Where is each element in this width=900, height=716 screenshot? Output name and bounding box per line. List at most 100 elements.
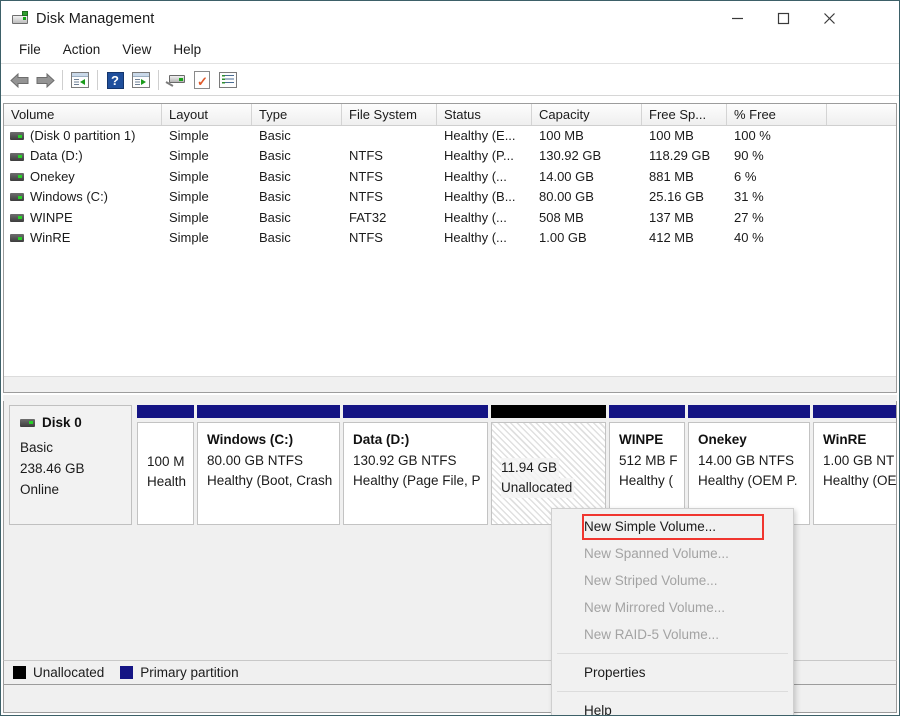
- cell-layout: Simple: [162, 187, 252, 207]
- cell-layout: Simple: [162, 146, 252, 166]
- table-row[interactable]: WinRE Simple Basic NTFS Healthy (... 1.0…: [4, 228, 896, 248]
- cell-type: Basic: [252, 146, 342, 166]
- cell-status: Healthy (P...: [437, 146, 532, 166]
- menu-bar: File Action View Help: [1, 36, 899, 64]
- volume-icon: [10, 153, 24, 161]
- menu-separator: [557, 691, 788, 692]
- cell-file-system: NTFS: [342, 187, 437, 207]
- disk-name: Disk 0: [42, 415, 82, 430]
- column-header-percent-free[interactable]: % Free: [727, 104, 827, 125]
- back-arrow-icon[interactable]: [6, 68, 32, 92]
- cell-layout: Simple: [162, 167, 252, 187]
- column-header-filler[interactable]: [827, 104, 897, 125]
- partition-block-onekey[interactable]: Onekey 14.00 GB NTFS Healthy (OEM P.: [688, 405, 810, 525]
- partition-line1: 130.92 GB NTFS: [353, 451, 487, 471]
- forward-arrow-icon[interactable]: [32, 68, 58, 92]
- menu-item-new-simple-volume[interactable]: New Simple Volume...: [552, 513, 793, 540]
- minimize-button[interactable]: [714, 1, 760, 36]
- partition-block-winre[interactable]: WinRE 1.00 GB NT Healthy (OE: [813, 405, 897, 525]
- cell-free-space: 137 MB: [642, 208, 727, 228]
- cell-capacity: 100 MB: [532, 126, 642, 146]
- table-row[interactable]: WINPE Simple Basic FAT32 Healthy (... 50…: [4, 208, 896, 228]
- context-menu: New Simple Volume... New Spanned Volume.…: [551, 508, 794, 716]
- partition-line2: Healthy (: [619, 471, 684, 491]
- menu-view[interactable]: View: [112, 39, 161, 60]
- cell-type: Basic: [252, 167, 342, 187]
- maximize-button[interactable]: [760, 1, 806, 36]
- rescan-disks-icon[interactable]: [163, 68, 189, 92]
- volume-list-pane: Volume Layout Type File System Status Ca…: [3, 103, 897, 393]
- cell-type: Basic: [252, 126, 342, 146]
- column-header-layout[interactable]: Layout: [162, 104, 252, 125]
- list-view-icon[interactable]: [215, 68, 241, 92]
- cell-file-system: FAT32: [342, 208, 437, 228]
- cell-capacity: 508 MB: [532, 208, 642, 228]
- partition-block-0[interactable]: 100 M Health: [137, 405, 194, 525]
- menu-separator: [557, 653, 788, 654]
- partition-line2: Health: [147, 472, 193, 492]
- close-button[interactable]: [806, 1, 852, 36]
- cell-capacity: 14.00 GB: [532, 167, 642, 187]
- partition-capacity-bar: [491, 405, 606, 418]
- cell-status: Healthy (...: [437, 208, 532, 228]
- cell-percent-free: 27 %: [727, 208, 827, 228]
- partition-title: Data (D:): [353, 432, 487, 447]
- menu-help[interactable]: Help: [163, 39, 211, 60]
- cell-percent-free: 6 %: [727, 167, 827, 187]
- horizontal-scrollbar[interactable]: [4, 376, 896, 392]
- menu-action[interactable]: Action: [53, 39, 111, 60]
- cell-status: Healthy (...: [437, 228, 532, 248]
- partition-block-data-d[interactable]: Data (D:) 130.92 GB NTFS Healthy (Page F…: [343, 405, 488, 525]
- menu-item-new-raid5-volume: New RAID-5 Volume...: [552, 621, 793, 648]
- column-header-type[interactable]: Type: [252, 104, 342, 125]
- partition-line1: 1.00 GB NT: [823, 451, 897, 471]
- partition-capacity-bar: [813, 405, 897, 418]
- cell-layout: Simple: [162, 228, 252, 248]
- partition-block-winpe[interactable]: WINPE 512 MB F Healthy (: [609, 405, 685, 525]
- cell-percent-free: 31 %: [727, 187, 827, 207]
- partition-block-unallocated[interactable]: 11.94 GB Unallocated: [491, 405, 606, 525]
- menu-item-new-spanned-volume: New Spanned Volume...: [552, 540, 793, 567]
- table-row[interactable]: (Disk 0 partition 1) Simple Basic Health…: [4, 126, 896, 146]
- partition-capacity-bar: [137, 405, 194, 418]
- column-header-volume[interactable]: Volume: [4, 104, 162, 125]
- column-header-status[interactable]: Status: [437, 104, 532, 125]
- partition-line2: Healthy (OE: [823, 471, 897, 491]
- partition-capacity-bar: [197, 405, 340, 418]
- cell-status: Healthy (...: [437, 167, 532, 187]
- menu-file[interactable]: File: [9, 39, 51, 60]
- properties-icon[interactable]: ✓: [189, 68, 215, 92]
- cell-capacity: 80.00 GB: [532, 187, 642, 207]
- toolbar: ? ✓: [1, 65, 899, 96]
- column-header-free-space[interactable]: Free Sp...: [642, 104, 727, 125]
- partition-block-windows-c[interactable]: Windows (C:) 80.00 GB NTFS Healthy (Boot…: [197, 405, 340, 525]
- partition-line1: 512 MB F: [619, 451, 684, 471]
- help-icon[interactable]: ?: [102, 68, 128, 92]
- cell-free-space: 100 MB: [642, 126, 727, 146]
- scrollbar-thumb[interactable]: [4, 378, 896, 391]
- partition-capacity-bar: [343, 405, 488, 418]
- partition-line2: Healthy (Page File, P: [353, 471, 487, 491]
- volume-icon: [10, 173, 24, 181]
- cell-percent-free: 40 %: [727, 228, 827, 248]
- column-header-file-system[interactable]: File System: [342, 104, 437, 125]
- volume-icon: [10, 193, 24, 201]
- volume-icon: [10, 234, 24, 242]
- cell-free-space: 881 MB: [642, 167, 727, 187]
- menu-item-properties[interactable]: Properties: [552, 659, 793, 686]
- column-header-capacity[interactable]: Capacity: [532, 104, 642, 125]
- table-row[interactable]: Windows (C:) Simple Basic NTFS Healthy (…: [4, 187, 896, 207]
- table-row[interactable]: Data (D:) Simple Basic NTFS Healthy (P..…: [4, 146, 896, 166]
- table-row[interactable]: Onekey Simple Basic NTFS Healthy (... 14…: [4, 167, 896, 187]
- menu-item-help[interactable]: Help: [552, 697, 793, 716]
- show-hide-console-tree-icon[interactable]: [67, 68, 93, 92]
- show-hide-action-pane-icon[interactable]: [128, 68, 154, 92]
- partition-title: Windows (C:): [207, 432, 339, 447]
- cell-free-space: 118.29 GB: [642, 146, 727, 166]
- disk-info-panel[interactable]: Disk 0 Basic 238.46 GB Online: [9, 405, 132, 525]
- cell-file-system: NTFS: [342, 228, 437, 248]
- legend-swatch-primary-partition: [120, 666, 133, 679]
- cell-percent-free: 90 %: [727, 146, 827, 166]
- cell-volume: WinRE: [30, 228, 70, 248]
- legend-label-unallocated: Unallocated: [33, 665, 104, 680]
